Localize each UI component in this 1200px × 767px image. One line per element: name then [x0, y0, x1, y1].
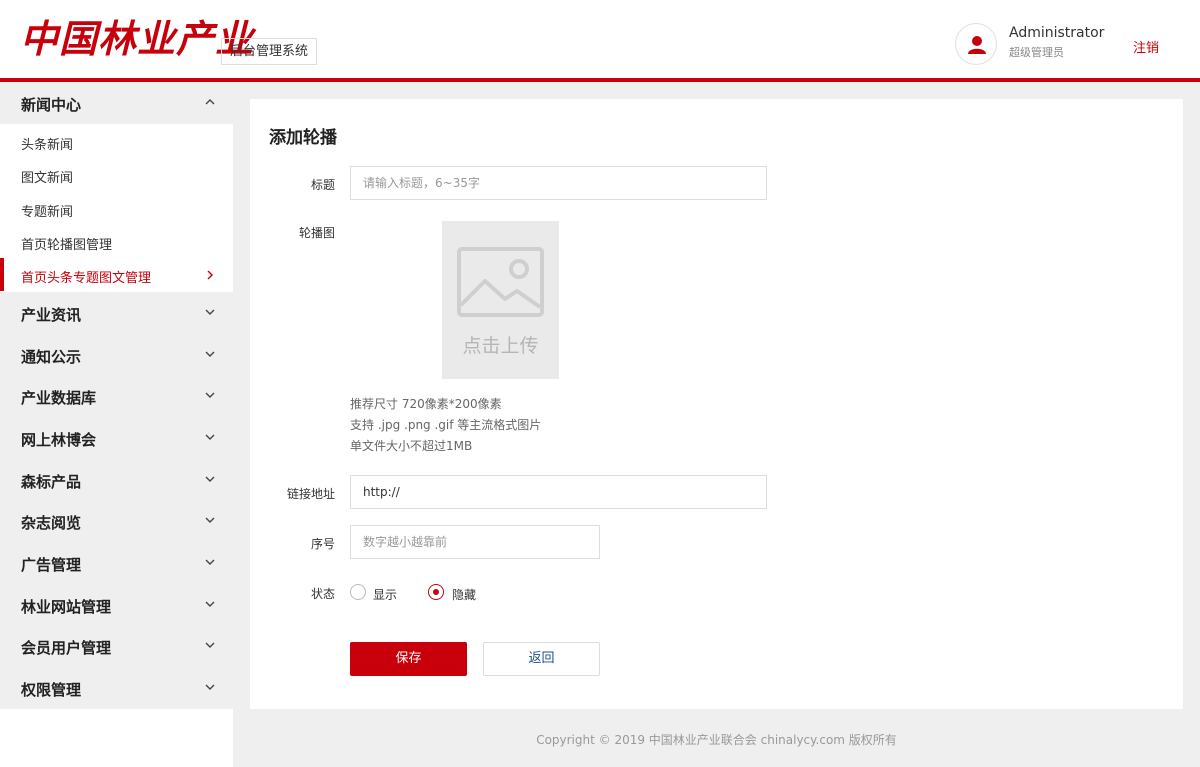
sidebar-group-industry-info[interactable]: 产业资讯 — [0, 292, 233, 334]
sidebar-group-label: 通知公示 — [21, 348, 82, 366]
link-input[interactable] — [350, 475, 767, 509]
title-field-label: 标题 — [310, 178, 335, 192]
order-input[interactable] — [350, 525, 600, 559]
sidebar-group-label: 新闻中心 — [21, 96, 82, 114]
user-role: 超级管理员 — [1009, 46, 1064, 59]
sidebar-group-label: 产业数据库 — [21, 389, 97, 407]
sidebar-group-label: 权限管理 — [21, 681, 82, 699]
site-logo[interactable]: 中国林业产业 — [20, 14, 254, 64]
sidebar-item-label: 首页头条专题图文管理 — [21, 271, 152, 286]
sidebar-group-magazine[interactable]: 杂志阅览 — [0, 500, 233, 542]
order-field-label: 序号 — [310, 537, 335, 551]
sidebar-group-label: 广告管理 — [21, 556, 82, 574]
sidebar-item-label: 头条新闻 — [21, 138, 74, 153]
sidebar-item-picture-news[interactable]: 图文新闻 — [0, 158, 233, 191]
sidebar-group-forest-standard-products[interactable]: 森标产品 — [0, 459, 233, 501]
logout-link[interactable]: 注销 — [1133, 37, 1159, 56]
sidebar-group-label: 杂志阅览 — [21, 514, 82, 532]
status-show-radio[interactable] — [350, 584, 366, 600]
chevron-down-icon — [205, 517, 215, 523]
sidebar-group-label: 林业网站管理 — [21, 598, 112, 616]
upload-label: 点击上传 — [462, 335, 539, 357]
status-hide-label[interactable]: 隐藏 — [452, 586, 476, 603]
sidebar-group-label: 会员用户管理 — [21, 639, 112, 657]
sidebar-group-online-expo[interactable]: 网上林博会 — [0, 417, 233, 459]
sidebar-group-industry-database[interactable]: 产业数据库 — [0, 375, 233, 417]
footer-copyright: Copyright © 2019 中国林业产业联合会 chinalycy.com… — [536, 733, 897, 747]
status-hide-radio[interactable] — [428, 584, 444, 600]
sidebar-item-label: 首页轮播图管理 — [21, 238, 113, 253]
system-name-tag: 后台管理系统 — [221, 38, 317, 65]
chevron-down-icon — [205, 309, 215, 315]
sidebar-group-permissions[interactable]: 权限管理 — [0, 667, 233, 709]
image-upload-box[interactable]: 点击上传 — [442, 221, 559, 379]
chevron-right-icon — [207, 270, 213, 280]
sidebar-item-label: 图文新闻 — [21, 171, 74, 186]
sidebar-group-notices[interactable]: 通知公示 — [0, 334, 233, 376]
sidebar-group-ad-management[interactable]: 广告管理 — [0, 542, 233, 584]
page-title: 添加轮播 — [269, 128, 337, 148]
sidebar-group-label: 产业资讯 — [21, 306, 82, 324]
sidebar-item-label: 专题新闻 — [21, 205, 74, 220]
sidebar-group-label: 网上林博会 — [21, 431, 97, 449]
chevron-up-icon — [205, 99, 215, 105]
user-name: Administrator — [1009, 25, 1105, 41]
back-button[interactable]: 返回 — [483, 642, 600, 676]
chevron-down-icon — [205, 392, 215, 398]
sidebar-group-label: 森标产品 — [21, 473, 82, 491]
sidebar-group-news-center[interactable]: 新闻中心 — [0, 82, 233, 124]
sidebar-group-member-users[interactable]: 会员用户管理 — [0, 625, 233, 667]
chevron-down-icon — [205, 434, 215, 440]
form-panel: 添加轮播 标题 轮播图 点击上传 推荐尺寸 720像素*200像素 支持 .jp… — [250, 99, 1183, 709]
image-placeholder-icon — [457, 247, 544, 317]
user-avatar[interactable] — [955, 23, 997, 65]
chevron-down-icon — [205, 559, 215, 565]
chevron-down-icon — [205, 476, 215, 482]
upload-hint-filesize: 单文件大小不超过1MB — [350, 439, 473, 453]
chevron-down-icon — [205, 642, 215, 648]
user-icon — [968, 36, 986, 54]
carousel-image-label: 轮播图 — [298, 226, 335, 240]
status-field-label: 状态 — [310, 587, 335, 601]
sidebar-item-topic-news[interactable]: 专题新闻 — [0, 192, 233, 225]
upload-hint-size: 推荐尺寸 720像素*200像素 — [350, 397, 502, 411]
link-field-label: 链接地址 — [286, 487, 335, 501]
chevron-down-icon — [205, 601, 215, 607]
status-show-label[interactable]: 显示 — [373, 586, 397, 603]
chevron-down-icon — [205, 684, 215, 690]
sidebar-group-forestry-sites[interactable]: 林业网站管理 — [0, 584, 233, 626]
sidebar-item-headline-topic-management[interactable]: 首页头条专题图文管理 — [0, 258, 233, 291]
title-input[interactable] — [350, 166, 767, 200]
upload-hint-format: 支持 .jpg .png .gif 等主流格式图片 — [350, 418, 542, 432]
app-header: 中国林业产业 后台管理系统 Administrator 超级管理员 注销 — [0, 0, 1200, 78]
sidebar-item-headline-news[interactable]: 头条新闻 — [0, 125, 233, 158]
chevron-down-icon — [205, 351, 215, 357]
save-button[interactable]: 保存 — [350, 642, 467, 676]
sidebar-item-carousel-management[interactable]: 首页轮播图管理 — [0, 225, 233, 258]
